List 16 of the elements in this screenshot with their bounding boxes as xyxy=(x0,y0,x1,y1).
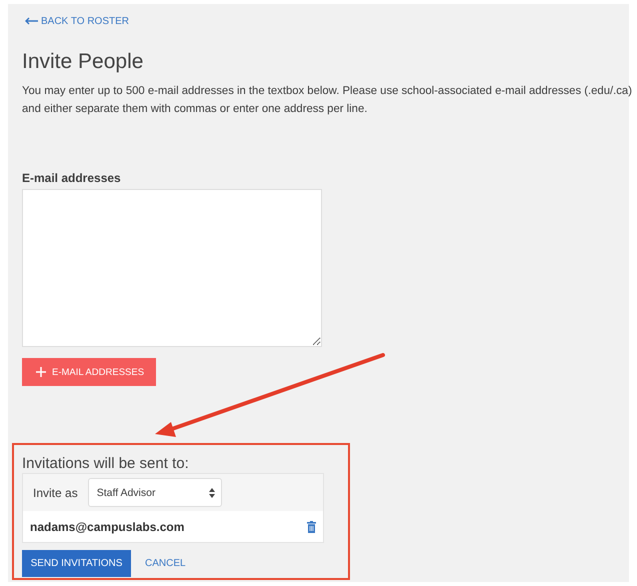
plus-icon xyxy=(36,367,46,377)
recipient-email: nadams@campuslabs.com xyxy=(30,520,184,534)
add-emails-button[interactable]: E-MAIL ADDRESSES xyxy=(22,358,156,386)
email-input-field[interactable] xyxy=(22,189,322,347)
role-select[interactable]: Staff Advisor xyxy=(88,478,222,507)
trash-icon[interactable] xyxy=(307,520,316,532)
back-link[interactable]: BACK TO ROSTER xyxy=(24,16,129,26)
section-heading: Invitations will be sent to: xyxy=(22,455,190,472)
page-title: Invite People xyxy=(22,50,144,74)
back-arrow-icon xyxy=(24,17,38,25)
updown-caret-icon xyxy=(208,488,215,498)
instructions-text: You may enter up to 500 e-mail addresses in the textbox below. Please use school-associated e-mail addresses (.edu/.ca) and either separate them with commas or enter one address per line. xyxy=(22,84,633,117)
send-invitations-button[interactable]: SEND INVITATIONS xyxy=(22,550,131,577)
cancel-link[interactable]: CANCEL xyxy=(145,558,186,569)
field-label: E-mail addresses xyxy=(22,171,122,185)
invite-as-label: Invite as xyxy=(33,486,78,500)
